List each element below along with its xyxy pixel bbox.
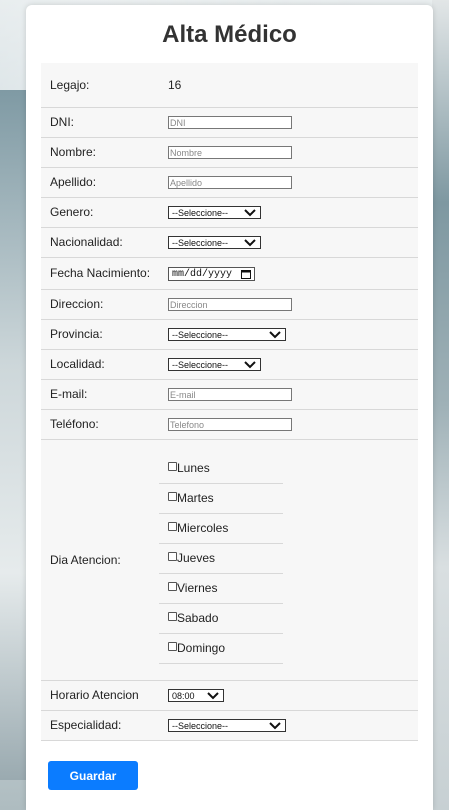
day-item-sabado[interactable]: Sabado — [159, 604, 283, 634]
row-direccion: Direccion: — [41, 289, 418, 320]
especialidad-label: Especialidad: — [41, 710, 159, 741]
day-label: Viernes — [177, 581, 218, 595]
chevron-down-icon — [207, 692, 219, 700]
row-dni: DNI: — [41, 107, 418, 138]
row-especialidad: Especialidad: --Seleccione-- — [41, 710, 418, 741]
horario-selected-value: 08:00 — [172, 690, 195, 701]
day-item-domingo[interactable]: Domingo — [159, 634, 283, 664]
provincia-selected-value: --Seleccione-- — [172, 329, 229, 340]
apellido-label: Apellido: — [41, 167, 159, 198]
localidad-label: Localidad: — [41, 349, 159, 380]
dni-label: DNI: — [41, 107, 159, 138]
row-telefono: Teléfono: — [41, 409, 418, 440]
day-item-miercoles[interactable]: Miercoles — [159, 514, 283, 544]
chevron-down-icon — [244, 361, 256, 369]
localidad-select[interactable]: --Seleccione-- — [168, 358, 261, 372]
chevron-down-icon — [269, 331, 281, 339]
day-item-martes[interactable]: Martes — [159, 484, 283, 514]
chevron-down-icon — [244, 239, 256, 247]
jueves-checkbox[interactable] — [168, 552, 177, 561]
chevron-down-icon — [269, 722, 281, 730]
nacionalidad-selected-value: --Seleccione-- — [172, 237, 229, 248]
genero-select[interactable]: --Seleccione-- — [168, 206, 261, 220]
row-legajo: Legajo: 16 — [41, 63, 418, 108]
nombre-input[interactable] — [168, 146, 292, 160]
legajo-value: 16 — [159, 63, 418, 108]
row-localidad: Localidad: --Seleccione-- — [41, 349, 418, 380]
row-fecha-nacimiento: Fecha Nacimiento: mm/dd/yyyy — [41, 257, 418, 290]
day-label: Sabado — [177, 611, 219, 625]
legajo-label: Legajo: — [41, 63, 159, 108]
day-label: Domingo — [177, 641, 226, 655]
genero-selected-value: --Seleccione-- — [172, 207, 229, 218]
fecha-nacimiento-value: mm/dd/yyyy — [172, 268, 233, 280]
sabado-checkbox[interactable] — [168, 612, 177, 621]
nacionalidad-select[interactable]: --Seleccione-- — [168, 236, 261, 250]
apellido-input[interactable] — [168, 176, 292, 190]
direccion-input[interactable] — [168, 298, 292, 312]
day-label: Martes — [177, 491, 214, 505]
email-input[interactable] — [168, 388, 292, 402]
row-genero: Genero: --Seleccione-- — [41, 197, 418, 228]
form-card: Alta Médico Legajo: 16 DNI: Nombre: Apel… — [26, 5, 433, 810]
row-email: E-mail: — [41, 379, 418, 410]
localidad-selected-value: --Seleccione-- — [172, 359, 229, 370]
save-button[interactable]: Guardar — [48, 761, 138, 790]
martes-checkbox[interactable] — [168, 492, 177, 501]
fecha-nacimiento-input[interactable]: mm/dd/yyyy — [168, 267, 255, 282]
day-item-lunes[interactable]: Lunes — [159, 454, 283, 484]
doctor-form-table: Legajo: 16 DNI: Nombre: Apellido: Genero… — [41, 63, 418, 741]
calendar-icon[interactable] — [241, 269, 251, 280]
viernes-checkbox[interactable] — [168, 582, 177, 591]
dia-atencion-label: Dia Atencion: — [41, 439, 159, 681]
dni-input[interactable] — [168, 116, 292, 130]
day-label: Lunes — [177, 461, 210, 475]
day-label: Miercoles — [177, 521, 229, 535]
day-label: Jueves — [177, 551, 216, 565]
row-provincia: Provincia: --Seleccione-- — [41, 319, 418, 350]
direccion-label: Direccion: — [41, 289, 159, 320]
day-item-jueves[interactable]: Jueves — [159, 544, 283, 574]
row-dia-atencion: Dia Atencion: Lunes Martes Miercoles Jue… — [41, 439, 418, 681]
background-left-edge — [0, 90, 26, 780]
provincia-label: Provincia: — [41, 319, 159, 350]
fecha-nacimiento-label: Fecha Nacimiento: — [41, 257, 159, 290]
genero-label: Genero: — [41, 197, 159, 228]
email-label: E-mail: — [41, 379, 159, 410]
horario-atencion-select[interactable]: 08:00 — [168, 689, 224, 703]
lunes-checkbox[interactable] — [168, 462, 177, 471]
telefono-input[interactable] — [168, 418, 292, 432]
domingo-checkbox[interactable] — [168, 642, 177, 651]
especialidad-selected-value: --Seleccione-- — [172, 720, 229, 731]
telefono-label: Teléfono: — [41, 409, 159, 440]
miercoles-checkbox[interactable] — [168, 522, 177, 531]
nacionalidad-label: Nacionalidad: — [41, 227, 159, 258]
horario-atencion-label: Horario Atencion — [41, 680, 159, 711]
provincia-select[interactable]: --Seleccione-- — [168, 328, 286, 342]
page-title: Alta Médico — [162, 21, 297, 48]
row-horario-atencion: Horario Atencion 08:00 — [41, 680, 418, 711]
row-nombre: Nombre: — [41, 137, 418, 168]
day-item-viernes[interactable]: Viernes — [159, 574, 283, 604]
nombre-label: Nombre: — [41, 137, 159, 168]
row-apellido: Apellido: — [41, 167, 418, 198]
row-nacionalidad: Nacionalidad: --Seleccione-- — [41, 227, 418, 258]
especialidad-select[interactable]: --Seleccione-- — [168, 719, 286, 733]
chevron-down-icon — [244, 209, 256, 217]
background-right-edge — [432, 0, 449, 810]
dia-atencion-list: Lunes Martes Miercoles Jueves Viernes Sa… — [159, 454, 283, 664]
